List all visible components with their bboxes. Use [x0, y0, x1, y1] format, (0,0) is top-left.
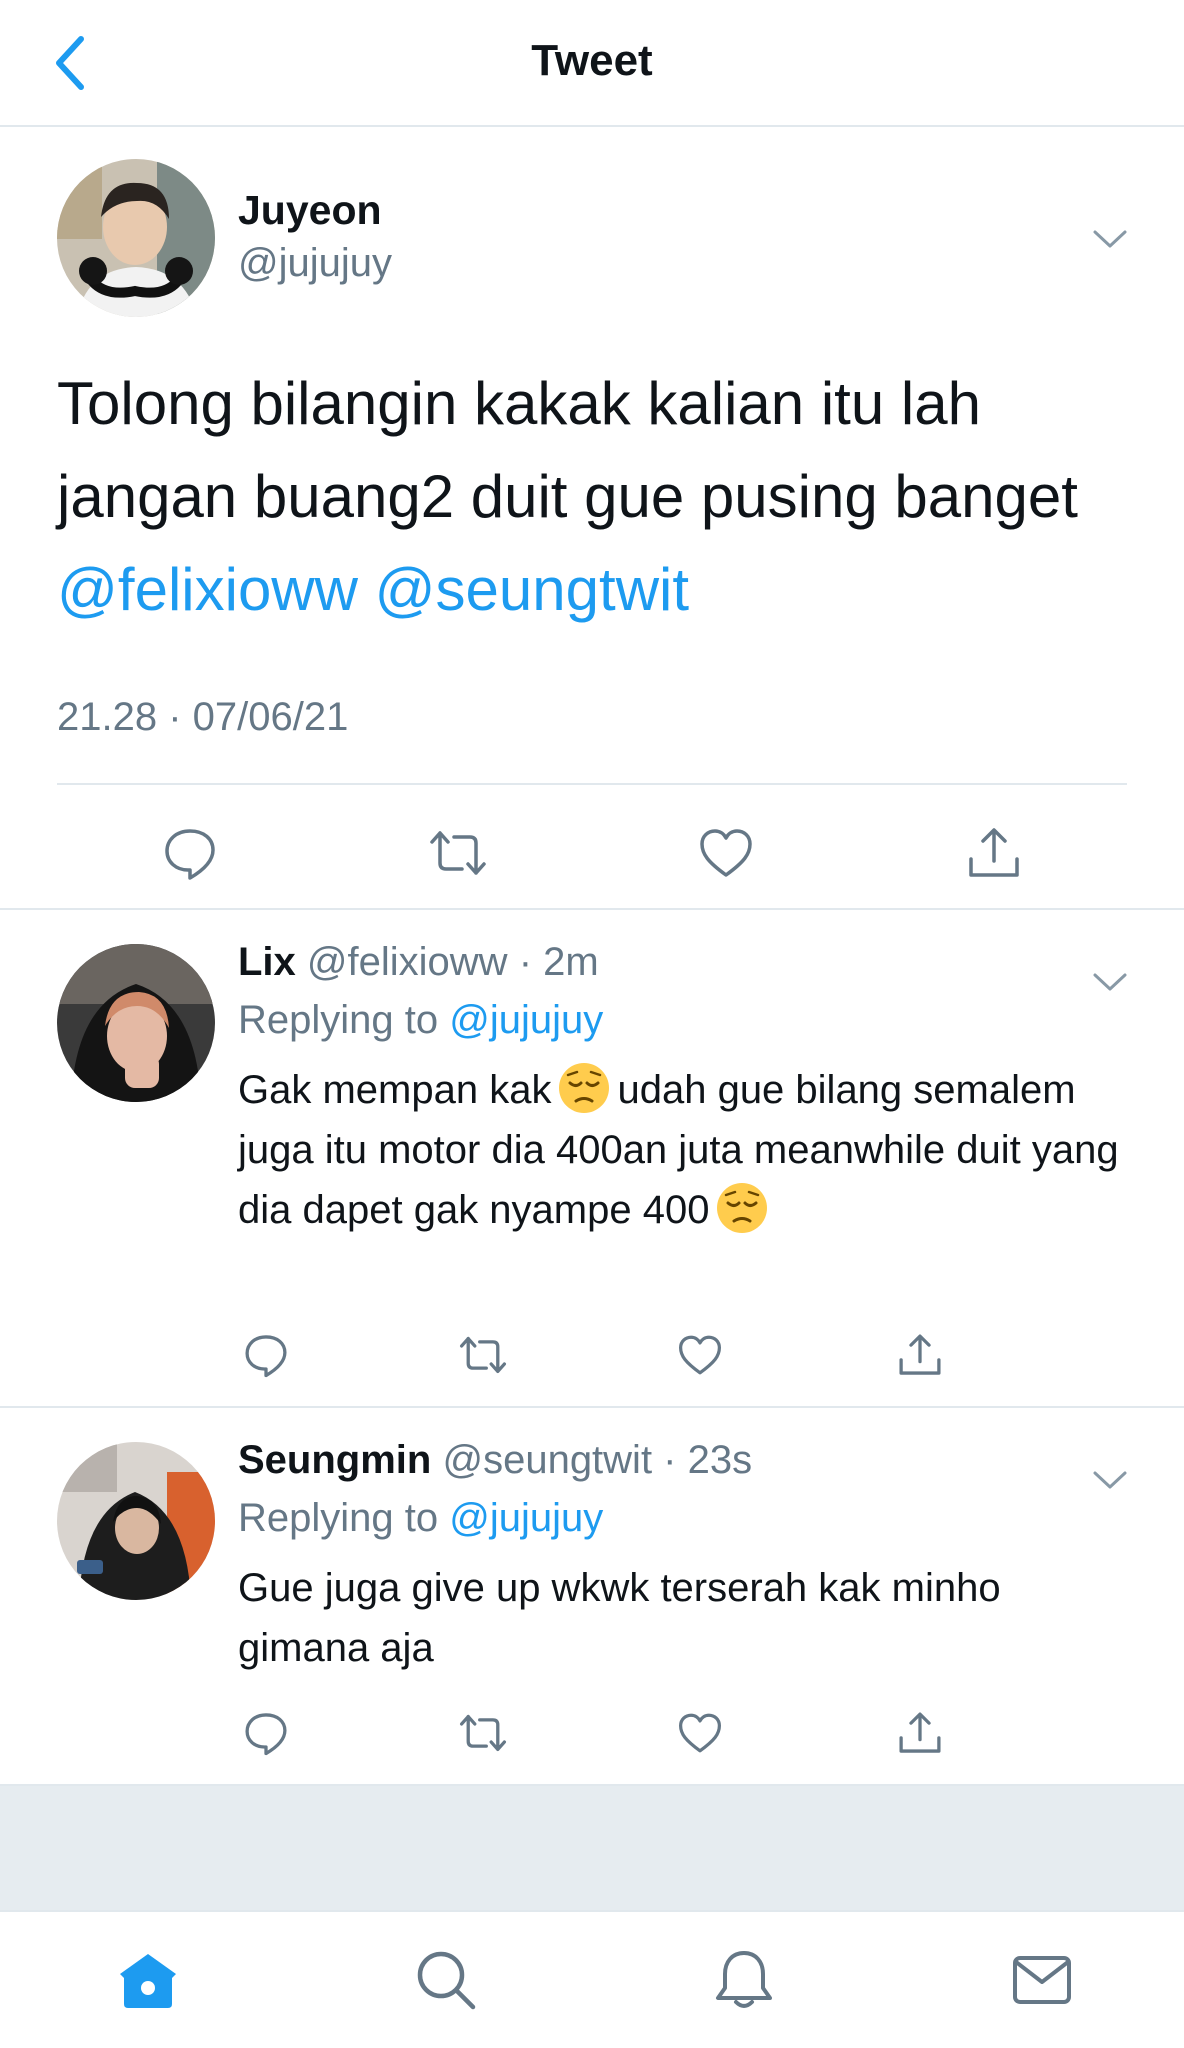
mention-link[interactable]: @jujujuy [449, 998, 603, 1042]
chevron-down-icon [1093, 973, 1127, 991]
pensive-face-emoji [717, 1183, 768, 1233]
reply-time: 2m [543, 940, 599, 984]
reply-text: Gak mempan kak udah gue bilang semalem j… [238, 1060, 1138, 1240]
author-name[interactable]: Juyeon [238, 187, 382, 234]
tab-search[interactable] [414, 1948, 478, 2012]
meta-separator: · [507, 940, 544, 984]
share-icon [969, 828, 1019, 877]
reply-time: 23s [687, 1438, 753, 1482]
more-options-button[interactable] [1090, 219, 1130, 259]
chevron-down-icon [1093, 230, 1127, 248]
chevron-down-icon [1093, 1471, 1127, 1489]
share-button[interactable] [964, 823, 1024, 883]
like-icon [679, 1335, 721, 1375]
reply-icon [245, 1335, 287, 1378]
reply-button[interactable] [160, 823, 220, 883]
reply-text: Gue juga give up wkwk terserah kak minho… [238, 1566, 1001, 1670]
tab-notifications[interactable] [712, 1948, 776, 2012]
share-button[interactable] [895, 1708, 945, 1758]
like-button[interactable] [696, 823, 756, 883]
top-nav-bar: Tweet [0, 0, 1184, 127]
tab-home[interactable] [116, 1948, 180, 2012]
author-handle[interactable]: @felixioww [307, 940, 508, 984]
main-tweet: Juyeon @jujujuy Tolong bilangin kakak ka… [0, 127, 1184, 910]
tweet-timestamp: 21.28 · 07/06/21 [57, 695, 349, 739]
reply-icon [245, 1713, 287, 1756]
reply-icon [165, 829, 215, 880]
retweet-button[interactable] [458, 1708, 508, 1758]
avatar[interactable] [57, 1442, 215, 1600]
reply-header: Seungmin @seungtwit · 23s [238, 1438, 752, 1483]
tweet-body: Tolong bilangin kakak kalian itu lah jan… [57, 370, 1078, 530]
search-icon [417, 1951, 476, 2010]
tweet-text: Tolong bilangin kakak kalian itu lah jan… [57, 357, 1137, 636]
like-icon [700, 829, 752, 877]
avatar[interactable] [57, 159, 215, 317]
mention-link[interactable]: @felixioww [57, 556, 358, 623]
more-options-button[interactable] [1090, 962, 1130, 1002]
reply-button[interactable] [241, 1330, 291, 1380]
author-name[interactable]: Seungmin [238, 1438, 431, 1482]
reply-actions [0, 1708, 1184, 1778]
pensive-face-emoji [559, 1063, 610, 1113]
author-name[interactable]: Lix [238, 940, 296, 984]
reply-actions [0, 1330, 1184, 1400]
like-button[interactable] [675, 1330, 725, 1380]
like-button[interactable] [675, 1708, 725, 1758]
retweet-icon [459, 1336, 506, 1374]
share-button[interactable] [895, 1330, 945, 1380]
retweet-button[interactable] [428, 823, 488, 883]
messages-icon [1013, 1956, 1071, 2004]
meta-separator: · [652, 1438, 688, 1482]
replying-to-label: Replying to [238, 1496, 439, 1540]
reply-button[interactable] [241, 1708, 291, 1758]
replying-to-label: Replying to [238, 998, 439, 1042]
empty-space [0, 1786, 1184, 1910]
replying-to: Replying to @jujujuy [238, 998, 603, 1043]
retweet-icon [459, 1714, 506, 1752]
share-icon [899, 1334, 941, 1375]
retweet-button[interactable] [458, 1330, 508, 1380]
tweet-actions [0, 785, 1184, 910]
home-icon [120, 1954, 176, 2008]
author-handle[interactable]: @seungtwit [442, 1438, 652, 1482]
avatar[interactable] [57, 944, 215, 1102]
reply-header: Lix @felixioww · 2m [238, 940, 599, 985]
bottom-tab-bar [0, 1910, 1184, 2048]
author-handle[interactable]: @jujujuy [238, 241, 392, 286]
more-options-button[interactable] [1090, 1460, 1130, 1500]
tab-messages[interactable] [1010, 1948, 1074, 2012]
page-title: Tweet [531, 36, 653, 85]
replying-to: Replying to @jujujuy [238, 1496, 603, 1541]
share-icon [899, 1712, 941, 1753]
reply-tweet[interactable]: Seungmin @seungtwit · 23s Replying to @j… [0, 1408, 1184, 1786]
mention-link[interactable]: @jujujuy [449, 1496, 603, 1540]
notifications-icon [716, 1951, 772, 2008]
reply-body-part: Gak mempan kak [238, 1068, 552, 1112]
like-icon [679, 1713, 721, 1753]
mention-link[interactable]: @seungtwit [375, 556, 689, 623]
reply-tweet[interactable]: Lix @felixioww · 2m Replying to @jujujuy… [0, 910, 1184, 1408]
retweet-icon [430, 831, 486, 875]
